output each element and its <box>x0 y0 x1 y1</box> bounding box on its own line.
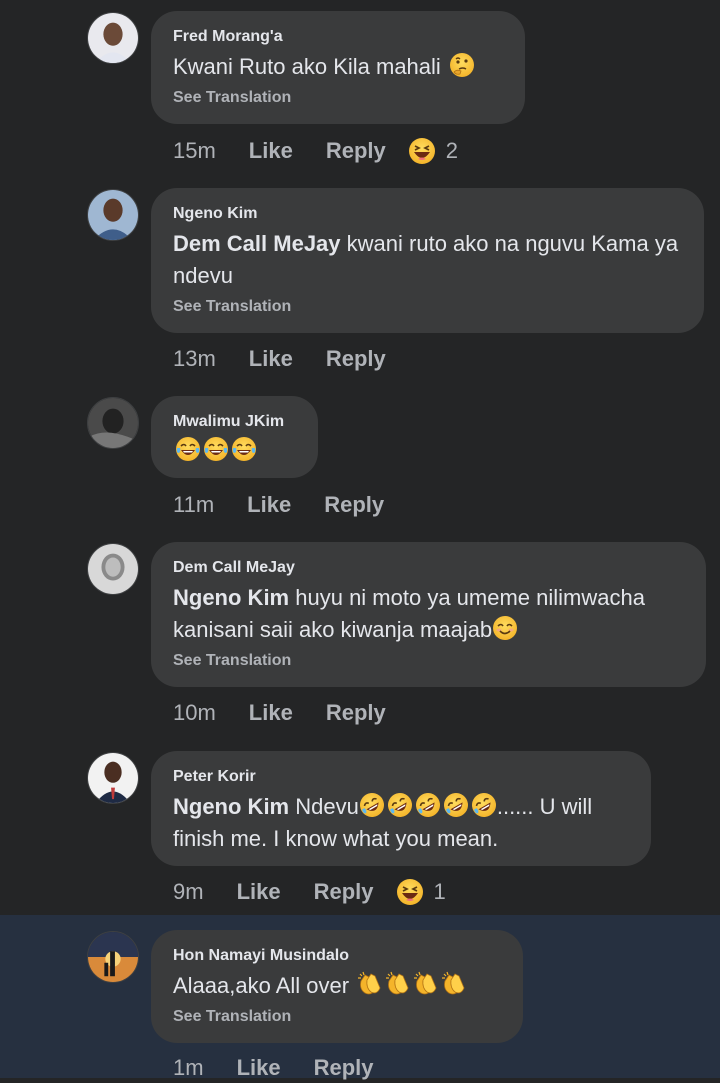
thinking-face-icon <box>449 52 475 78</box>
rofl-icon <box>415 792 441 818</box>
comment-bubble: Fred Morang'a Kwani Ruto ako Kila mahali… <box>151 11 525 124</box>
rofl-icon <box>443 792 469 818</box>
mention-link[interactable]: Ngeno Kim <box>173 794 289 819</box>
haha-reaction-icon <box>408 137 436 165</box>
comment-author[interactable]: Hon Namayi Musindalo <box>173 947 501 965</box>
comment-actions: 1m Like Reply <box>173 1053 374 1083</box>
avatar-dem-call-mejay[interactable] <box>87 543 139 595</box>
like-button[interactable]: Like <box>249 700 293 726</box>
reply-button[interactable]: Reply <box>326 346 386 372</box>
avatar-mwalimu-jkim[interactable] <box>87 397 139 449</box>
comment-bubble: Peter Korir Ngeno Kim Ndevu ...... U will… <box>151 751 651 866</box>
comment-text <box>173 435 296 467</box>
clapping-hands-icon <box>357 971 383 997</box>
comment-text: Ngeno Kim huyu ni moto ya umeme nilimwac… <box>173 582 684 646</box>
comment-author[interactable]: Dem Call MeJay <box>173 559 684 577</box>
mention-link[interactable]: Ngeno Kim <box>173 585 289 610</box>
avatar-ngeno-kim[interactable] <box>87 189 139 241</box>
tears-of-joy-icon <box>203 436 229 462</box>
rofl-icon <box>471 792 497 818</box>
comment-text: Kwani Ruto ako Kila mahali <box>173 51 503 83</box>
comment-timestamp: 1m <box>173 1055 204 1080</box>
comment-body-text: finish me. I know what you mean. <box>173 826 499 851</box>
comment-body-text: ...... U will <box>496 794 593 819</box>
reaction-summary[interactable]: 2 <box>406 137 458 165</box>
avatar-hon-namayi-musindalo[interactable] <box>87 931 139 983</box>
see-translation-link[interactable]: See Translation <box>173 652 684 670</box>
comment-timestamp: 10m <box>173 700 216 725</box>
tears-of-joy-icon <box>175 436 201 462</box>
see-translation-link[interactable]: See Translation <box>173 89 503 107</box>
reply-button[interactable]: Reply <box>326 700 386 726</box>
reply-button[interactable]: Reply <box>314 879 374 905</box>
comment-timestamp: 9m <box>173 879 204 904</box>
comment-text: Alaaa,ako All over <box>173 970 501 1002</box>
like-button[interactable]: Like <box>247 492 291 518</box>
reply-button[interactable]: Reply <box>324 492 384 518</box>
see-translation-link[interactable]: See Translation <box>173 298 682 316</box>
comment-actions: 11m Like Reply <box>173 490 384 520</box>
comment-bubble: Ngeno Kim Dem Call MeJay kwani ruto ako … <box>151 188 704 333</box>
comment-bubble: Hon Namayi Musindalo Alaaa,ako All over … <box>151 930 523 1043</box>
comment-actions: 10m Like Reply <box>173 698 386 728</box>
avatar-peter-korir[interactable] <box>87 752 139 804</box>
reaction-summary[interactable]: 1 <box>394 878 446 906</box>
tears-of-joy-icon <box>231 436 257 462</box>
rofl-icon <box>359 792 385 818</box>
like-button[interactable]: Like <box>249 138 293 164</box>
comment-author[interactable]: Ngeno Kim <box>173 205 682 223</box>
comment-body-text: Ndevu <box>295 794 359 819</box>
smiling-face-icon <box>492 615 518 641</box>
comment-timestamp: 11m <box>173 492 215 517</box>
like-button[interactable]: Like <box>237 1055 281 1081</box>
comment-bubble: Mwalimu JKim <box>151 396 318 478</box>
comment-actions: 15m Like Reply 2 <box>173 136 458 166</box>
like-button[interactable]: Like <box>237 879 281 905</box>
comment-text: Ngeno Kim Ndevu ...... U will finish me. … <box>173 791 629 855</box>
haha-reaction-icon <box>396 878 424 906</box>
comment-timestamp: 13m <box>173 346 216 371</box>
comment-body-text: Alaaa,ako All over <box>173 973 350 998</box>
comment-author[interactable]: Peter Korir <box>173 768 629 786</box>
comment-author[interactable]: Fred Morang'a <box>173 28 503 46</box>
comment-actions: 13m Like Reply <box>173 344 386 374</box>
clapping-hands-icon <box>413 971 439 997</box>
mention-link[interactable]: Dem Call MeJay <box>173 231 341 256</box>
clapping-hands-icon <box>385 971 411 997</box>
like-button[interactable]: Like <box>249 346 293 372</box>
rofl-icon <box>387 792 413 818</box>
comment-actions: 9m Like Reply 1 <box>173 877 446 907</box>
reply-button[interactable]: Reply <box>314 1055 374 1081</box>
clapping-hands-icon <box>441 971 467 997</box>
reaction-count: 1 <box>433 879 446 904</box>
comment-timestamp: 15m <box>173 138 216 163</box>
comment-text: Dem Call MeJay kwani ruto ako na nguvu K… <box>173 228 682 292</box>
comment-author[interactable]: Mwalimu JKim <box>173 413 296 431</box>
reply-button[interactable]: Reply <box>326 138 386 164</box>
comment-body-text: Kwani Ruto ako Kila mahali <box>173 54 441 79</box>
reaction-count: 2 <box>445 138 458 163</box>
comment-bubble: Dem Call MeJay Ngeno Kim huyu ni moto ya… <box>151 542 706 687</box>
see-translation-link[interactable]: See Translation <box>173 1008 501 1026</box>
avatar-fred-moranga[interactable] <box>87 12 139 64</box>
